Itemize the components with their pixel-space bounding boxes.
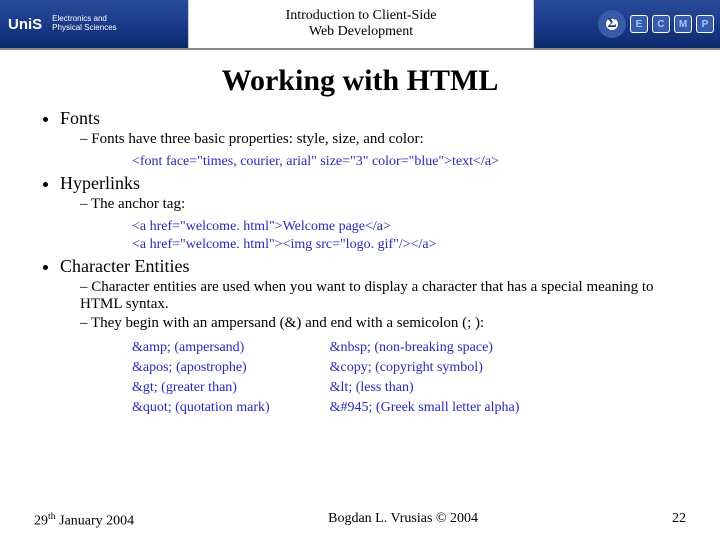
hyperlinks-code-1: <a href="welcome. html">Welcome page</a> bbox=[132, 219, 682, 235]
entity-item: &#945; (Greek small letter alpha) bbox=[330, 400, 520, 416]
banner-left: UniS Electronics and Physical Sciences bbox=[0, 0, 188, 48]
banner-right: Σ E C M P bbox=[534, 0, 720, 48]
sigma-icon: Σ bbox=[598, 10, 626, 38]
header-banner: UniS Electronics and Physical Sciences I… bbox=[0, 0, 720, 50]
entity-col-right: &nbsp; (non-breaking space) &copy; (copy… bbox=[330, 338, 520, 418]
badge-e: E bbox=[630, 15, 648, 33]
entity-col-left: &amp; (ampersand) &apos; (apostrophe) &g… bbox=[132, 338, 270, 418]
footer-date: 29th January 2004 bbox=[34, 511, 134, 530]
entity-item: &gt; (greater than) bbox=[132, 380, 270, 396]
entities-sub-1: Character entities are used when you wan… bbox=[80, 279, 682, 313]
entity-table: &amp; (ampersand) &apos; (apostrophe) &g… bbox=[132, 338, 682, 418]
badge-m: M bbox=[674, 15, 692, 33]
entity-item: &apos; (apostrophe) bbox=[132, 360, 270, 376]
footer-author: Bogdan L. Vrusias © 2004 bbox=[328, 511, 478, 530]
hyperlinks-sub: The anchor tag: bbox=[80, 196, 682, 213]
badge-p: P bbox=[696, 15, 714, 33]
uni-logo-text: UniS bbox=[8, 16, 42, 33]
entity-item: &amp; (ampersand) bbox=[132, 340, 270, 356]
slide-title: Working with HTML bbox=[0, 64, 720, 98]
dept-text: Electronics and Physical Sciences bbox=[52, 15, 116, 33]
entity-item: &quot; (quotation mark) bbox=[132, 400, 270, 416]
entity-item: &nbsp; (non-breaking space) bbox=[330, 340, 520, 356]
fonts-code: <font face="times, courier, arial" size=… bbox=[132, 154, 682, 170]
banner-title: Introduction to Client-Side Web Developm… bbox=[188, 0, 534, 48]
footer-page: 22 bbox=[672, 511, 686, 530]
badge-c: C bbox=[652, 15, 670, 33]
entity-item: &lt; (less than) bbox=[330, 380, 520, 396]
bullet-hyperlinks: Hyperlinks The anchor tag: <a href="welc… bbox=[60, 173, 682, 253]
entity-item: &copy; (copyright symbol) bbox=[330, 360, 520, 376]
hyperlinks-code-2: <a href="welcome. html"><img src="logo. … bbox=[132, 237, 682, 253]
entities-sub-2: They begin with an ampersand (&) and end… bbox=[80, 315, 682, 332]
fonts-sub: Fonts have three basic properties: style… bbox=[80, 131, 682, 148]
bullet-entities: Character Entities Character entities ar… bbox=[60, 256, 682, 418]
bullet-fonts: Fonts Fonts have three basic properties:… bbox=[60, 108, 682, 170]
footer: 29th January 2004 Bogdan L. Vrusias © 20… bbox=[0, 511, 720, 530]
slide-content: Fonts Fonts have three basic properties:… bbox=[0, 108, 720, 418]
